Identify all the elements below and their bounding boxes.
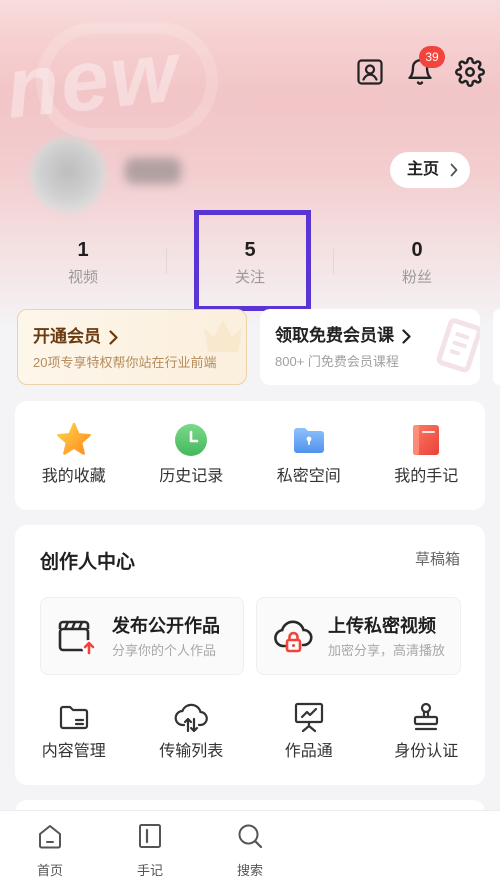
clock-icon: [173, 422, 209, 458]
stat-value: 0: [411, 239, 423, 261]
quick-item-label: 私密空间: [276, 468, 341, 485]
vip-membership-card[interactable]: 开通会员 20项专享特权帮你站在行业前端: [17, 309, 247, 385]
next-promo-card-peek[interactable]: [493, 309, 500, 385]
creator-center-title: 创作人中心: [40, 552, 136, 573]
nav-label: 搜索: [236, 863, 263, 878]
creator-tools-row: 内容管理 传输列表 作品通 身份认证: [15, 685, 485, 785]
quick-item-history[interactable]: 历史记录: [133, 401, 251, 510]
quick-item-my-notes[interactable]: 我的手记: [368, 401, 486, 510]
contact-card-icon[interactable]: [356, 58, 384, 86]
crown-decoration-icon: [200, 316, 246, 356]
cloud-transfer-icon: [174, 700, 209, 734]
chevron-right-icon: [109, 330, 118, 345]
nav-label: 手记: [136, 863, 163, 878]
private-folder-icon: [291, 422, 327, 458]
free-course-card-title-text: 领取免费会员课: [275, 326, 394, 345]
vip-card-title: 开通会员: [33, 326, 118, 348]
free-course-card[interactable]: 领取免费会员课 800+ 门免费会员课程: [260, 309, 480, 385]
quick-item-label: 我的收藏: [41, 468, 106, 485]
quick-item-private-space[interactable]: 私密空间: [250, 401, 368, 510]
watermark-text: new: [1, 23, 184, 137]
cloud-lock-icon: [273, 616, 313, 656]
presentation-board-icon: [292, 700, 326, 734]
home-icon: [36, 822, 64, 850]
tool-transfer-list[interactable]: 传输列表: [133, 685, 251, 785]
tool-label: 内容管理: [41, 743, 106, 760]
quick-item-label: 历史记录: [159, 468, 224, 485]
vip-card-title-text: 开通会员: [33, 327, 101, 346]
tool-content-management[interactable]: 内容管理: [15, 685, 133, 785]
tool-label: 身份认证: [394, 743, 459, 760]
book-decoration-icon: [436, 317, 480, 375]
chevron-right-icon: [450, 163, 458, 177]
search-icon: [236, 822, 264, 850]
nav-item-home[interactable]: 首页: [0, 811, 100, 889]
upload-private-video-card[interactable]: 上传私密视频 加密分享，高清播放: [256, 597, 461, 675]
home-page-button[interactable]: 主页: [390, 152, 470, 188]
user-name-blurred: [125, 158, 181, 184]
publish-card-title: 发布公开作品: [112, 616, 220, 636]
stat-label: 粉丝: [401, 269, 432, 286]
quick-item-favorites[interactable]: 我的收藏: [15, 401, 133, 510]
nav-item-search[interactable]: 搜索: [200, 811, 300, 889]
clapperboard-upload-icon: [57, 616, 97, 656]
highlight-box: [194, 210, 311, 311]
folder-icon: [57, 700, 91, 734]
tool-label: 传输列表: [159, 743, 224, 760]
stat-videos[interactable]: 1 视频: [0, 238, 166, 288]
nav-item-notes[interactable]: 手记: [100, 811, 200, 889]
free-course-card-subtitle: 800+ 门免费会员课程: [275, 354, 399, 369]
star-icon: [56, 422, 92, 458]
drafts-link[interactable]: 草稿箱: [415, 550, 460, 570]
notification-badge: 39: [419, 46, 445, 68]
note-icon: [136, 822, 164, 850]
private-upload-card-subtitle: 加密分享，高清播放: [328, 643, 446, 658]
private-upload-card-title: 上传私密视频: [328, 616, 436, 636]
publish-public-work-card[interactable]: 发布公开作品 分享你的个人作品: [40, 597, 244, 675]
quick-item-label: 我的手记: [394, 468, 459, 485]
stat-label: 视频: [67, 269, 98, 286]
stat-followers[interactable]: 0 粉丝: [334, 238, 500, 288]
notebook-icon: [408, 422, 444, 458]
nav-label: 首页: [36, 863, 63, 878]
stamp-icon: [409, 700, 443, 734]
quick-access-card: 我的收藏 历史记录 私密空间 我的手记: [15, 401, 485, 510]
tool-identity-verification[interactable]: 身份认证: [368, 685, 486, 785]
chevron-right-icon: [402, 329, 411, 344]
publish-card-subtitle: 分享你的个人作品: [112, 643, 217, 658]
creator-center-card: 创作人中心 草稿箱 发布公开作品 分享你的个人作品 上传私密视频 加密分享，高清…: [15, 525, 485, 785]
tool-works-pass[interactable]: 作品通: [250, 685, 368, 785]
gear-icon[interactable]: [455, 57, 485, 87]
vip-card-subtitle: 20项专享特权帮你站在行业前端: [33, 355, 217, 370]
avatar[interactable]: [30, 137, 106, 213]
stat-value: 1: [77, 239, 89, 261]
tool-label: 作品通: [284, 743, 333, 760]
free-course-card-title: 领取免费会员课: [275, 325, 411, 347]
home-page-button-label: 主页: [407, 161, 440, 178]
bottom-nav: 首页 手记 搜索: [0, 810, 500, 889]
